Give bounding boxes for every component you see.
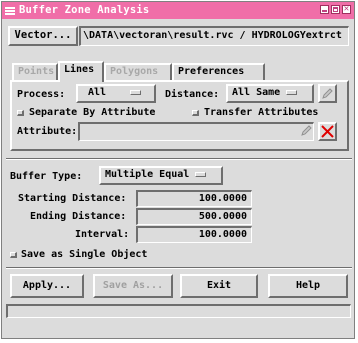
save-single-object-label: Save as Single Object: [21, 249, 148, 260]
window-title: Buffer Zone Analysis: [19, 4, 150, 16]
save-as-button: Save As...: [93, 274, 173, 298]
tab-points: Points: [12, 63, 58, 81]
ending-distance-label: Ending Distance:: [30, 211, 127, 222]
buffer-type-value: Multiple Equal: [105, 169, 190, 180]
ending-distance-field[interactable]: 500.0000: [136, 208, 252, 225]
vector-button[interactable]: Vector...: [8, 26, 78, 46]
transfer-attributes-label: Transfer Attributes: [204, 107, 319, 118]
status-bar: [6, 304, 351, 318]
apply-button[interactable]: Apply...: [10, 274, 84, 298]
attribute-label: Attribute:: [17, 126, 78, 137]
tab-lines[interactable]: Lines: [58, 61, 104, 82]
buffer-type-dropdown[interactable]: Multiple Equal: [99, 166, 223, 185]
title-bar[interactable]: Buffer Zone Analysis ✕: [2, 2, 354, 19]
separate-by-attribute-checkbox[interactable]: [17, 110, 24, 116]
minimize-icon[interactable]: [320, 5, 329, 14]
dropdown-indicator-icon: [195, 171, 207, 177]
starting-distance-field[interactable]: 100.0000: [136, 190, 252, 207]
section-divider: [6, 158, 352, 160]
starting-distance-label: Starting Distance:: [18, 193, 127, 204]
process-label: Process:: [17, 89, 66, 100]
process-dropdown[interactable]: All: [76, 84, 156, 103]
clear-attribute-button[interactable]: [318, 122, 337, 141]
dropdown-indicator-icon: [130, 89, 142, 95]
vector-path-field: \DATA\vectoran\result.rvc / HYDROLOGYext…: [79, 26, 349, 46]
help-button[interactable]: Help: [268, 274, 348, 298]
exit-button[interactable]: Exit: [180, 274, 258, 298]
action-divider: [6, 267, 352, 269]
separate-by-attribute-label: Separate By Attribute: [29, 107, 156, 118]
tab-preferences[interactable]: Preferences: [172, 63, 265, 81]
pencil-icon: [322, 88, 333, 99]
distance-dropdown[interactable]: All Same: [226, 84, 314, 103]
interval-field[interactable]: 100.0000: [136, 226, 252, 243]
process-value: All: [88, 87, 107, 98]
tab-polygons: Polygons: [104, 63, 172, 81]
distance-value: All Same: [232, 87, 281, 98]
window-menu-icon[interactable]: [5, 5, 15, 15]
buffer-zone-dialog: Buffer Zone Analysis ✕ Vector... \DATA\v…: [1, 1, 355, 339]
close-icon[interactable]: ✕: [342, 5, 351, 14]
dropdown-indicator-icon: [286, 89, 298, 95]
maximize-icon[interactable]: [331, 5, 340, 14]
interval-label: Interval:: [75, 229, 130, 240]
attribute-field: [78, 122, 314, 141]
distance-edit-button: [318, 84, 337, 103]
save-single-object-checkbox[interactable]: [10, 252, 17, 258]
distance-label: Distance:: [165, 89, 220, 100]
delete-x-icon: [321, 125, 334, 138]
buffer-type-label: Buffer Type:: [10, 171, 83, 182]
pencil-icon: [301, 125, 312, 136]
transfer-attributes-checkbox[interactable]: [192, 110, 199, 116]
